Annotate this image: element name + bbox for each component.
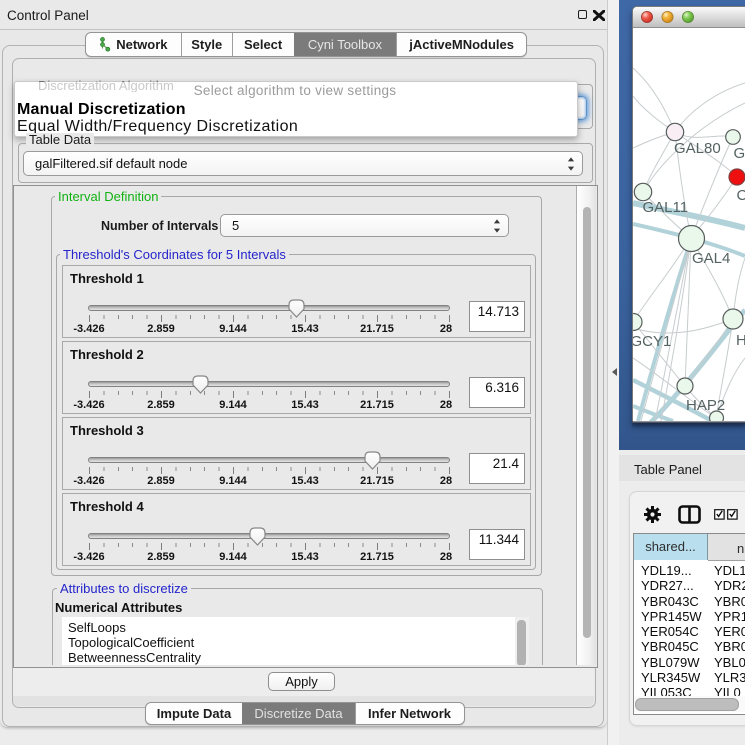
svg-text:C: C: [737, 187, 745, 204]
svg-text:HAP2: HAP2: [686, 397, 725, 414]
svg-text:GAL80: GAL80: [674, 140, 721, 157]
svg-text:GCY1: GCY1: [633, 333, 671, 350]
svg-text:GAL4: GAL4: [692, 250, 730, 267]
svg-text:G.: G.: [734, 145, 745, 162]
svg-text:H: H: [736, 332, 745, 349]
svg-text:GAL11: GAL11: [643, 199, 689, 216]
